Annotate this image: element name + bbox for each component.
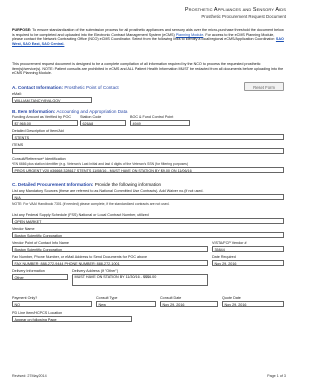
vendor-poc-label: Vendor Point of Contact Info Name xyxy=(12,241,69,245)
payment-only-label: Payment Only? xyxy=(12,296,38,300)
station-field[interactable]: 626A8 xyxy=(80,120,126,126)
consult-field[interactable]: PROS URGENT V20 #36668 328617 STENTS 11/… xyxy=(12,167,284,173)
vendor-name-field[interactable]: Boston Scientific Corporation xyxy=(12,232,284,238)
consult-date-field[interactable]: Nov 29, 2016 xyxy=(160,301,218,307)
consult-type-select[interactable]: New xyxy=(96,301,156,307)
payment-only-select[interactable]: NO xyxy=(12,301,92,307)
vendor-id-label: VISTA/FCP Vendor # xyxy=(212,241,247,245)
fss-field[interactable]: OPEN MARKET xyxy=(12,218,284,224)
mandatory-sources-label: List any Mandatory Sources (these are re… xyxy=(12,189,204,193)
section-a-title: A. Contact Information: Prosthetic Point… xyxy=(12,85,119,90)
boc-label: BOC & Fund Control Point xyxy=(130,115,174,119)
vendor-poc-field[interactable]: Boston Scientific Corporation xyxy=(12,246,208,252)
section-b-heading: B. Item Information: xyxy=(12,109,56,114)
vendor-phone-field[interactable]: FAX NUMBER: 888-272-9444 PHONE NUMBER: 8… xyxy=(12,260,208,266)
mandatory-sources-field[interactable]: N/A xyxy=(12,194,284,200)
quote-date-label: Quote Date xyxy=(222,296,241,300)
header-subtitle: Prosthetic Procurement Request Document xyxy=(201,14,286,19)
delivery-info-label: Delivery Information xyxy=(12,269,45,273)
header-title: Prosthetic Appliances and Sensory Aids xyxy=(184,7,286,13)
section-a-heading: A. Contact Information: xyxy=(12,85,64,90)
vaai-note: NOTE: For VAAI Handbook 7301 (if needed)… xyxy=(12,202,170,206)
section-c-subheading: Provide the following information xyxy=(93,182,162,187)
page-number: Page 1 of 3 xyxy=(267,374,286,378)
description-label: Detailed Description of Item/Aid xyxy=(12,129,64,133)
intro-paragraph: This procurement request document is des… xyxy=(12,62,284,76)
section-b-subheading: Accounting and Appropriation Data xyxy=(55,109,128,114)
form-page: Prosthetic Appliances and Sensory Aids P… xyxy=(0,0,298,386)
purpose-label: PURPOSE: xyxy=(12,28,32,32)
section-a-subheading: Prosthetic Point of Contact xyxy=(63,85,119,90)
description-field[interactable]: STENTS xyxy=(12,134,284,140)
pd-line-label: PD Line Item/HCPCS Location xyxy=(12,311,63,315)
section-c-title: C. Detailed Procurement Information: Pro… xyxy=(12,182,161,187)
delivery-address-label: Delivery Address (If "Other") xyxy=(72,269,119,273)
quote-date-field[interactable]: Nov 29, 2016 xyxy=(222,301,284,307)
items-label: ITEMS xyxy=(12,143,24,147)
station-label: Station Code xyxy=(80,115,102,119)
fss-label: List any Federal Supply Schedule (FSS) N… xyxy=(12,213,149,217)
reset-form-button[interactable]: Reset Form xyxy=(244,82,284,91)
pd-line-field[interactable]: Appear on following Page xyxy=(12,316,132,322)
consult-date-label: Consult Date xyxy=(160,296,182,300)
items-field[interactable] xyxy=(12,148,284,154)
consult-type-label: Consult Type xyxy=(96,296,118,300)
section-b-title: B. Item Information: Accounting and Appr… xyxy=(12,109,127,114)
vendor-id-field[interactable]: 35844 xyxy=(212,246,284,252)
funding-field[interactable]: $7,965.00 xyxy=(12,120,78,126)
funding-label: Funding Amount as Verified by POC xyxy=(12,115,72,119)
purpose-paragraph: PURPOSE: To ensure standardization of th… xyxy=(12,28,285,46)
consult-label: Consult/Reference* Identification xyxy=(12,157,66,161)
delivery-info-select[interactable]: Other xyxy=(12,274,68,280)
planning-module-link[interactable]: Planning Module xyxy=(176,33,203,37)
date-required-field[interactable]: Nov 29, 2016 xyxy=(212,260,284,266)
boc-field[interactable]: 4949 xyxy=(130,120,190,126)
date-required-label: Date Required xyxy=(212,255,236,259)
consult-note: *EN 6666 plus station identifier (e.g. V… xyxy=(12,162,189,166)
email-field[interactable]: WILLIAM.TANCY@VA.GOV xyxy=(12,97,92,103)
revised-date: Revised: 27May2014 xyxy=(12,374,47,378)
vendor-name-label: Vendor Name xyxy=(12,227,35,231)
delivery-address-field[interactable]: MUST HAVE ON STATION BY 11/30/16 - $$$6.… xyxy=(72,274,208,286)
email-label: eMail: xyxy=(12,92,22,96)
section-c-heading: C. Detailed Procurement Information: xyxy=(12,182,94,187)
vendor-phone-label: Fax Number, Phone Number, or eMail Addre… xyxy=(12,255,148,259)
